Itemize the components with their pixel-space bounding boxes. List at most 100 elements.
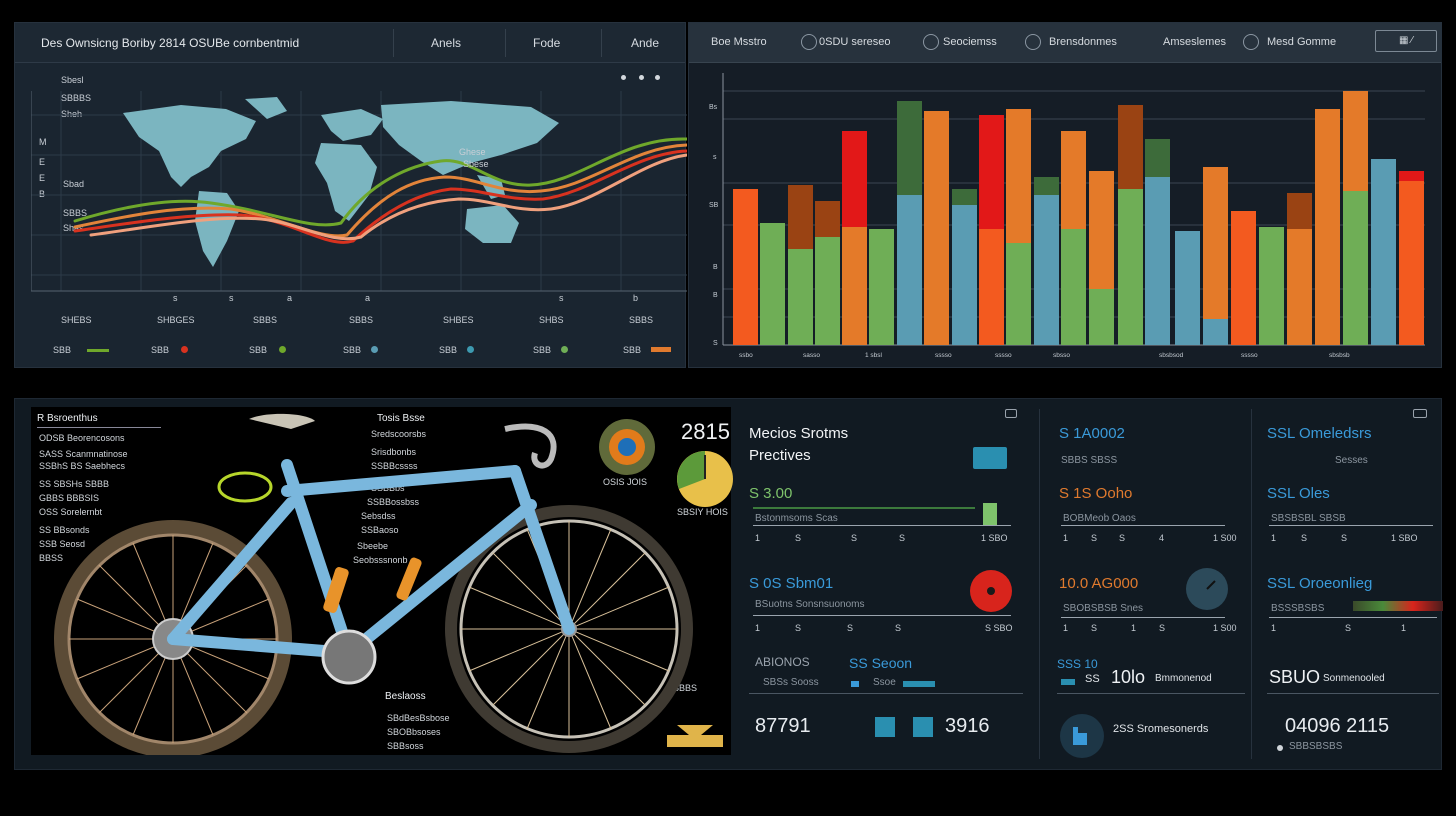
tick-row: 1 S 1 (1271, 623, 1435, 633)
nav-item[interactable]: 0SDU sereseo (819, 36, 891, 48)
x-tick: 1 sbsl (865, 352, 883, 359)
bar (979, 229, 1004, 345)
metric-caption: BOBMeob Oaos (1063, 513, 1136, 524)
tab-ande[interactable]: Ande (631, 36, 659, 50)
nav-item[interactable]: Boe Msstro (711, 36, 767, 48)
tick: 1 (1271, 623, 1277, 633)
bar (842, 227, 867, 345)
bars (733, 91, 1424, 345)
tick: S SBO (985, 623, 1013, 633)
x-tick: s (229, 293, 234, 303)
metric-caption: 2SS Sromesonerds (1113, 723, 1209, 735)
chart-badge-icon[interactable] (1059, 713, 1105, 759)
square-icon (875, 717, 895, 737)
record-button-icon[interactable] (969, 569, 1013, 613)
circle-icon[interactable] (1025, 34, 1041, 50)
legend-text: SBB (533, 345, 552, 355)
map-annotation: Ghese (459, 147, 486, 157)
series-label: SBBS (629, 315, 654, 325)
bar (1371, 159, 1396, 345)
y-tick: s (713, 154, 717, 161)
header-divider (601, 29, 602, 57)
circle-icon[interactable] (801, 34, 817, 50)
bar (1287, 229, 1312, 345)
bar (1343, 191, 1368, 345)
bar (788, 185, 813, 249)
toggle-button[interactable]: ▦ ⁄ (1375, 30, 1437, 52)
tick: S (1341, 533, 1348, 543)
metrics-subtitle: Prectives (749, 447, 811, 464)
x-tick: a (287, 293, 293, 303)
bar (1061, 229, 1086, 345)
bar (760, 223, 785, 345)
tab-fode[interactable]: Fode (533, 36, 560, 50)
bar (952, 189, 977, 205)
metrics-title: Mecios Srotms (749, 425, 849, 442)
legend-text: SBB (439, 345, 458, 355)
bar (1089, 171, 1114, 289)
x-tick: sssso (935, 352, 952, 359)
series-label: SHBS (539, 315, 564, 325)
metric-value: 10.0 AG000 (1059, 575, 1139, 592)
tick: 1 S00 (1213, 533, 1237, 543)
tab-anels[interactable]: Anels (431, 36, 461, 50)
tick: S (899, 533, 906, 543)
x-tick: sbsso (1053, 352, 1070, 359)
tick: 1 (755, 533, 761, 543)
legend-swatch (467, 346, 474, 353)
x-tick: sasso (803, 352, 820, 359)
window-control-icon[interactable] (655, 75, 660, 80)
chat-icon[interactable] (1005, 409, 1017, 418)
metric-caption: SBBSBSBS (1289, 741, 1343, 752)
timer-dial-icon[interactable] (1185, 567, 1229, 611)
bar (1203, 319, 1228, 345)
header-divider (393, 29, 394, 57)
window-icon[interactable] (1413, 409, 1427, 418)
tick: 1 (1063, 623, 1069, 633)
x-tick: sbsbsb (1329, 352, 1350, 359)
tick: S (851, 533, 858, 543)
gradient-bar (1353, 601, 1443, 611)
nav-item[interactable]: Mesd Gomme (1267, 36, 1336, 48)
series-label: SBBS (253, 315, 278, 325)
bar-chart: Bs s SB B B S ssbo sasso 1 sbsl sssso ss… (709, 73, 1425, 359)
x-tick: a (365, 293, 371, 303)
big-number: 3916 (945, 715, 990, 737)
metric-value: S 0S Sbm01 (749, 575, 834, 592)
bar (815, 237, 840, 345)
bar-panel-nav: Boe Msstro 0SDU sereseo Seociemss Brensd… (689, 23, 1441, 63)
legend-text: SBB (343, 345, 362, 355)
window-control-icon[interactable] (639, 75, 644, 80)
legend-swatch (87, 349, 109, 352)
metric-divider (749, 693, 1023, 694)
metric-toggle-button[interactable] (973, 447, 1007, 469)
bar (979, 115, 1004, 229)
bike-frame-icon (167, 459, 575, 659)
nav-item[interactable]: Amseslemes (1163, 36, 1226, 48)
metric-caption: SBOBSBSB Snes (1063, 603, 1144, 614)
metric-caption: Bstonmsoms Scas (755, 513, 838, 524)
derailleur-icon (217, 471, 273, 503)
metrics-subtitle: Sesses (1335, 455, 1368, 466)
bar (1203, 167, 1228, 319)
gauge-caption: OSIS JOIS (603, 477, 648, 487)
map-panel-title: Des Ownsicng Boriby 2814 OSUBe cornbentm… (41, 36, 300, 50)
progress-bar (903, 681, 935, 687)
circle-icon[interactable] (923, 34, 939, 50)
x-tick: sssso (995, 352, 1012, 359)
tick: 1 (1131, 623, 1137, 633)
bar (1399, 171, 1424, 181)
bar (1231, 211, 1256, 345)
y-tick-labels: Bs s SB B B S (709, 104, 719, 347)
series-label: SHBES (443, 315, 474, 325)
bar (1343, 91, 1368, 191)
nav-item[interactable]: Brensdonmes (1049, 36, 1117, 48)
bar (1089, 289, 1114, 345)
window-control-icon[interactable] (621, 75, 626, 80)
x-tick: s (559, 293, 564, 303)
metric-value: S 1S Ooho (1059, 485, 1133, 502)
nav-item[interactable]: Seociemss (943, 36, 997, 48)
crankset-icon (321, 629, 377, 685)
legend-swatch (561, 346, 568, 353)
circle-icon[interactable] (1243, 34, 1259, 50)
